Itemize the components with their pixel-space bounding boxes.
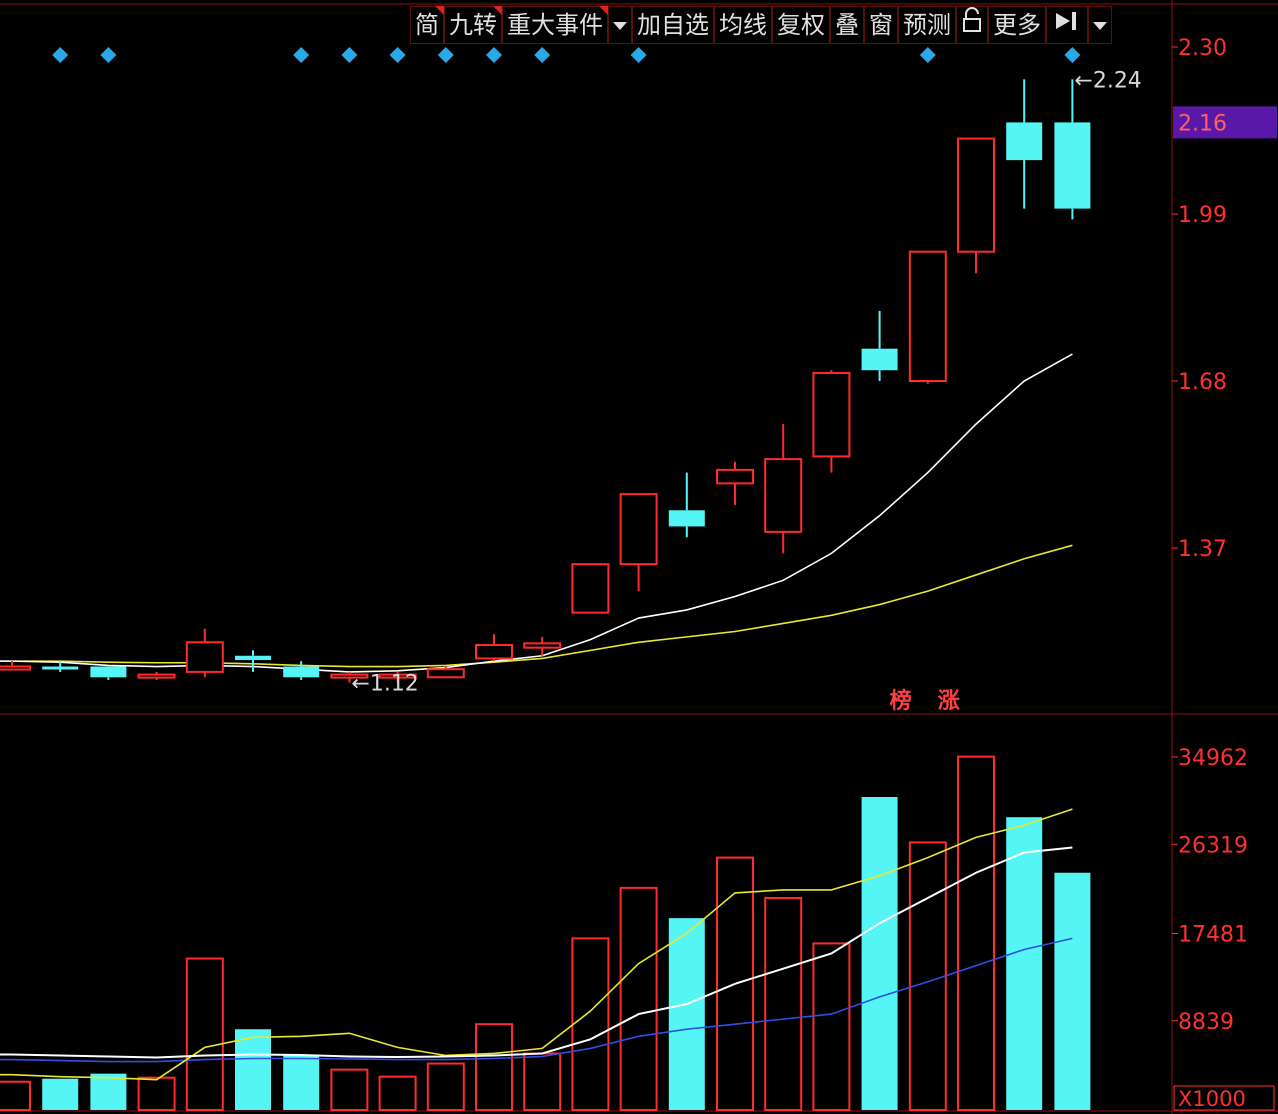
event-marker-icon: [52, 47, 69, 63]
volume-tick-label: 8839: [1178, 1010, 1234, 1035]
candle-body-down: [861, 348, 898, 371]
lock-icon[interactable]: [956, 6, 988, 44]
volume-tick-label: 34962: [1178, 746, 1248, 771]
event-marker-icon: [100, 47, 117, 63]
volume-unit-label: X1000: [1178, 1087, 1246, 1111]
price-extreme-annotation: ←1.12: [351, 672, 418, 697]
volume-bar-down: [90, 1073, 127, 1110]
dropdown-arrow-icon[interactable]: [1088, 6, 1112, 44]
candle-body-down: [235, 655, 271, 661]
candle-body-down: [283, 666, 320, 678]
event-marker-icon: [341, 47, 358, 63]
volume-bar-up: [378, 1075, 417, 1111]
event-marker-icon: [389, 47, 406, 63]
candle-body-up: [0, 665, 31, 671]
candle-body-down: [1054, 122, 1091, 209]
skip-to-end-icon[interactable]: [1046, 6, 1088, 44]
price-tick-label: 2.30: [1178, 36, 1227, 61]
price-extreme-annotation: ←2.24: [1074, 68, 1141, 93]
chart-toolbar: 简九转 重大事件 加自选 均线 复权叠窗预测 更多: [410, 6, 1112, 44]
volume-bar-up: [908, 841, 947, 1111]
price-tick-label: 1.68: [1178, 370, 1227, 395]
volume-bar-up: [0, 1080, 31, 1111]
candle-body-down: [42, 666, 79, 670]
price-ma-white-line: [0, 353, 1073, 673]
candle-body-up: [523, 642, 562, 649]
volume-bar-up: [137, 1076, 176, 1112]
volume-bar-down: [42, 1078, 79, 1110]
volume-bar-up: [571, 937, 610, 1111]
volume-bar-down: [668, 918, 705, 1110]
candle-body-up: [908, 250, 947, 382]
toolbar-button[interactable]: 九转: [444, 6, 502, 44]
price-tick-label: 1.99: [1178, 203, 1227, 228]
volume-bar-down: [283, 1055, 320, 1110]
candle-body-up: [619, 493, 658, 566]
event-label: 榜: [890, 688, 912, 714]
candle-body-up: [764, 458, 803, 533]
volume-bar-up: [426, 1062, 465, 1112]
volume-bar-up: [764, 896, 803, 1111]
stock-chart: 2.30 1.99 1.68 1.37 2.16 ←2.24 ←1.12 榜 涨 34962 263…: [0, 0, 1278, 1114]
candle-body-up: [185, 641, 224, 673]
toolbar-button[interactable]: 加自选: [632, 6, 714, 44]
toolbar-button[interactable]: 重大事件: [502, 6, 608, 44]
event-marker-icon: [437, 47, 454, 63]
volume-bar-up: [957, 755, 995, 1111]
candle-body-up: [812, 371, 851, 458]
toolbar-button[interactable]: 叠: [830, 6, 864, 44]
candle-body-up: [475, 643, 513, 660]
event-label: 涨: [938, 689, 960, 714]
toolbar-button[interactable]: 简: [410, 6, 444, 44]
volume-bar-down: [235, 1029, 271, 1110]
volume-bar-down: [1054, 872, 1091, 1110]
volume-bar-up: [619, 886, 658, 1111]
candle-body-down: [1006, 122, 1043, 161]
event-marker-icon: [534, 47, 551, 63]
volume-bar-up: [475, 1023, 513, 1111]
candle-body-down: [668, 510, 705, 527]
toolbar-button[interactable]: 均线: [714, 6, 772, 44]
candle-body-up: [716, 468, 754, 485]
event-marker-icon: [1064, 47, 1081, 63]
volume-bar-up: [523, 1052, 562, 1112]
volume-bar-down: [1006, 817, 1043, 1110]
event-marker-icon: [919, 47, 936, 63]
event-marker-icon: [630, 47, 647, 63]
toolbar-button[interactable]: 更多: [988, 6, 1046, 44]
volume-tick-label: 26319: [1178, 833, 1248, 858]
event-marker-icon: [486, 47, 502, 63]
volume-bar-down: [861, 797, 898, 1110]
candle-body-up: [571, 563, 610, 614]
volume-tick-label: 17481: [1178, 923, 1248, 948]
candle-body-up: [137, 673, 176, 679]
candle-body-up: [957, 137, 995, 253]
volume-bar-up: [185, 957, 224, 1112]
toolbar-button[interactable]: 预测: [898, 6, 956, 44]
candle-body-up: [426, 668, 465, 679]
current-price-label: 2.16: [1178, 111, 1227, 136]
toolbar-button[interactable]: 复权: [772, 6, 830, 44]
candle-body-down: [90, 666, 127, 678]
event-marker-icon: [293, 47, 310, 63]
volume-bar-up: [812, 942, 851, 1111]
volume-bar-up: [330, 1068, 369, 1111]
price-tick-label: 1.37: [1178, 537, 1227, 562]
toolbar-button[interactable]: 窗: [864, 6, 898, 44]
dropdown-arrow-icon[interactable]: [608, 6, 632, 44]
